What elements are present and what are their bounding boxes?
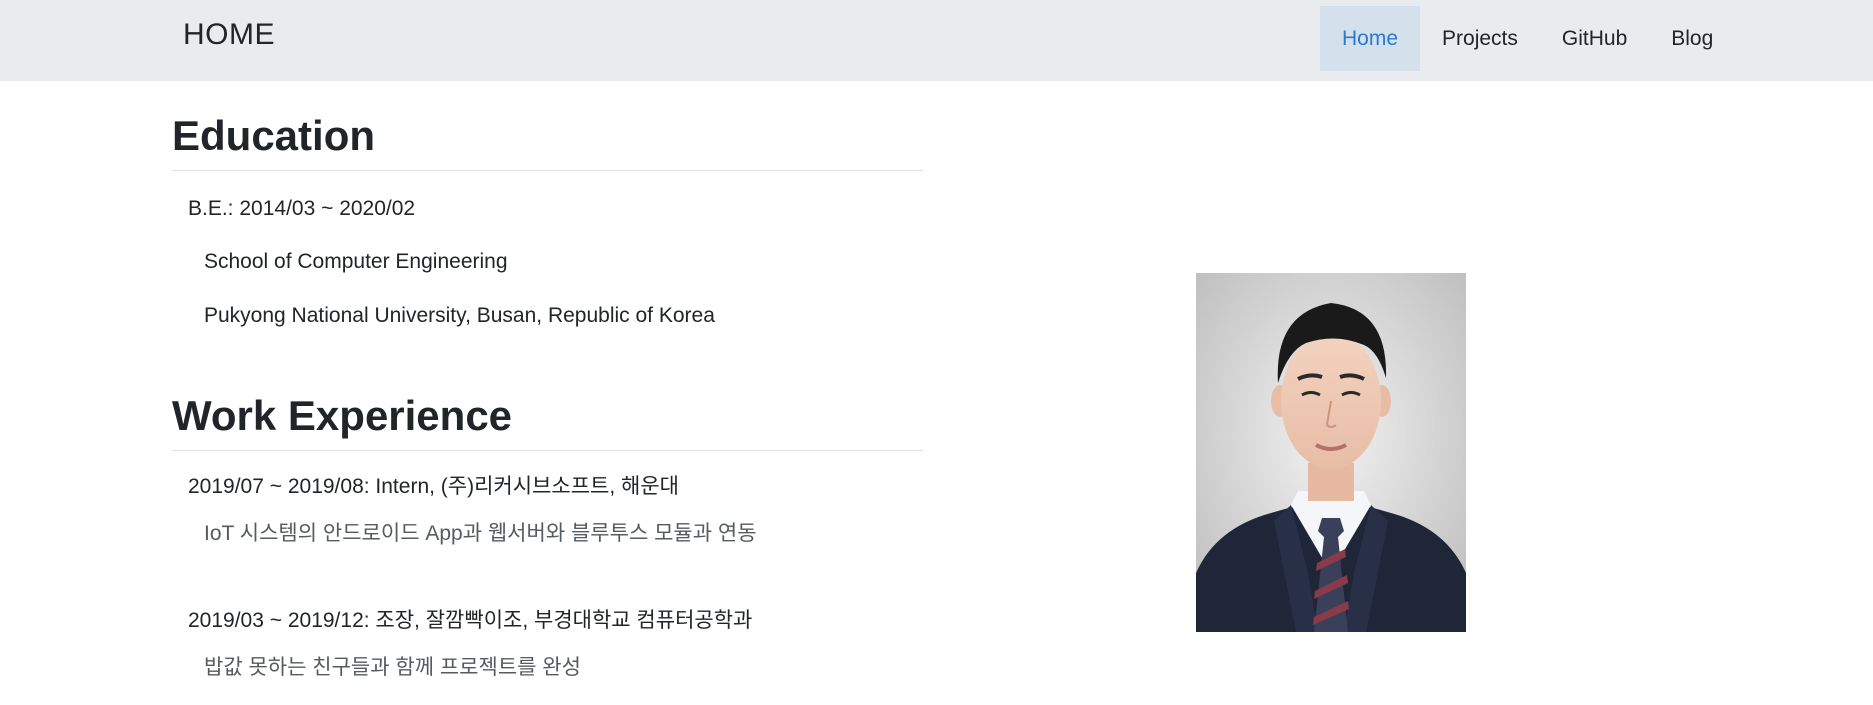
education-divider: [172, 170, 923, 171]
education-heading: Education: [172, 112, 376, 159]
nav-menu: Home Projects GitHub Blog: [1320, 6, 1735, 71]
nav-item-blog[interactable]: Blog: [1649, 6, 1735, 71]
nav-item-github[interactable]: GitHub: [1540, 6, 1649, 71]
work-entry-2-heading: 2019/03 ~ 2019/12: 조장, 잘깜빡이조, 부경대학교 컴퓨터공…: [188, 609, 753, 632]
work-entry-1-heading: 2019/07 ~ 2019/08: Intern, (주)리커시브소프트, 해…: [188, 475, 679, 498]
brand-home-link[interactable]: HOME: [183, 18, 275, 52]
work-entry-1-detail: IoT 시스템의 안드로이드 App과 웹서버와 블루투스 모듈과 연동: [204, 522, 757, 545]
work-experience-divider: [172, 450, 923, 451]
work-experience-heading: Work Experience: [172, 392, 513, 439]
nav-item-home[interactable]: Home: [1320, 6, 1421, 71]
work-entry-2-detail: 밥값 못하는 친구들과 함께 프로젝트를 완성: [204, 656, 581, 679]
education-university: Pukyong National University, Busan, Repu…: [204, 304, 715, 327]
education-degree: B.E.: 2014/03 ~ 2020/02: [188, 197, 416, 220]
profile-photo: [1196, 273, 1466, 632]
navbar: HOME Home Projects GitHub Blog: [0, 0, 1873, 81]
nav-item-projects[interactable]: Projects: [1420, 6, 1540, 71]
education-school: School of Computer Engineering: [204, 250, 508, 273]
